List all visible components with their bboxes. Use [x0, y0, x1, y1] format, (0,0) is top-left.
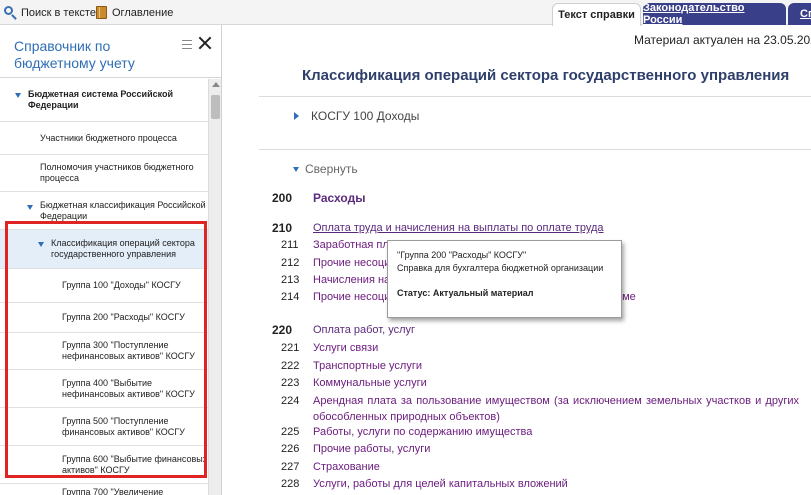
tree-item-label: Участники бюджетного процесса	[40, 132, 177, 143]
actual-date-text: Материал актуален на 23.05.202	[634, 33, 811, 47]
expanded-arrow-icon	[27, 205, 33, 210]
code-link[interactable]: Работы, услуги по содержанию имущества	[313, 424, 532, 440]
search-in-text-label: Поиск в тексте	[21, 7, 96, 19]
contents-tree: Бюджетная система Российской Федерации У…	[0, 79, 208, 495]
code-link[interactable]: Прочие несоци	[313, 289, 390, 305]
divider	[259, 149, 811, 150]
expanded-arrow-icon	[293, 166, 299, 172]
tab-reference[interactable]: Спра	[788, 3, 811, 25]
tree-item-label: Группа 100 "Доходы" КОСГУ	[62, 280, 181, 290]
section-kosgu-100[interactable]: КОСГУ 100 Доходы	[294, 109, 419, 123]
tree-item-powers[interactable]: Полномочия участников бюджетного процесс…	[0, 155, 208, 192]
sidebar-header: Справочник по бюджетному учету	[0, 25, 221, 78]
tooltip-subtitle: Справка для бухгалтера бюджетной организ…	[397, 263, 604, 273]
tree-item-label: Полномочия участников бюджетного процесс…	[40, 162, 194, 183]
code-link[interactable]: Арендная плата за пользование имуществом…	[313, 393, 799, 425]
tree-item-label: Классификация операций сектора государст…	[51, 238, 195, 259]
collapse-label: Свернуть	[305, 162, 358, 176]
tree-item-group-700[interactable]: Группа 700 "Увеличение обязательств" КОС…	[0, 484, 208, 495]
tree-item-label: Группа 300 "Поступление нефинансовых акт…	[62, 340, 195, 361]
code-link[interactable]: Транспортные услуги	[313, 358, 422, 374]
tree-item-label: Бюджетная система Российской Федерации	[28, 89, 174, 110]
search-in-text-button[interactable]: Поиск в тексте	[4, 5, 96, 21]
tree-item-budget-classification[interactable]: Бюджетная классификация Российской Федер…	[0, 192, 208, 230]
book-icon	[95, 6, 109, 20]
tree-item-participants[interactable]: Участники бюджетного процесса	[0, 122, 208, 155]
expanded-arrow-icon	[38, 242, 44, 247]
tree-item-label: Группа 500 "Поступление финансовых актив…	[62, 415, 185, 437]
code-label: Расходы	[313, 191, 366, 205]
tree-item-group-100[interactable]: Группа 100 "Доходы" КОСГУ	[0, 269, 208, 303]
code-link[interactable]: Прочие работы, услуги	[313, 441, 430, 457]
scroll-thumb[interactable]	[211, 95, 220, 119]
sidebar-scrollbar[interactable]	[208, 79, 221, 495]
hamburger-icon[interactable]	[182, 40, 192, 49]
section-label: КОСГУ 100 Доходы	[311, 109, 420, 123]
search-icon	[4, 6, 18, 20]
code-link[interactable]: Услуги, работы для целей капитальных вло…	[313, 476, 568, 492]
code-link[interactable]: Прочие несоци	[313, 255, 390, 271]
tree-item-group-600[interactable]: Группа 600 "Выбытие финансовых активов" …	[0, 446, 208, 484]
tree-item-label: Группа 600 "Выбытие финансовых активов" …	[62, 453, 208, 475]
contents-button[interactable]: Оглавление	[95, 5, 173, 21]
tooltip-status: Статус: Актуальный материал	[397, 287, 621, 300]
code-link[interactable]: Услуги связи	[313, 340, 378, 356]
link-tooltip: "Группа 200 "Расходы" КОСГУ" Справка для…	[387, 240, 622, 318]
code-number: 210	[272, 221, 293, 235]
tree-item-budget-system[interactable]: Бюджетная система Российской Федерации	[0, 79, 208, 122]
close-icon[interactable]	[198, 36, 212, 50]
tree-item-label: Бюджетная классификация Российской Федер…	[40, 199, 206, 221]
tab-russian-legislation[interactable]: Законодательство России	[643, 2, 786, 26]
page-title: Классификация операций сектора государст…	[302, 67, 790, 84]
expanded-arrow-icon	[15, 93, 21, 98]
tree-item-group-500[interactable]: Группа 500 "Поступление финансовых актив…	[0, 408, 208, 446]
code-number: 200	[272, 191, 293, 205]
code-link[interactable]: Страхование	[313, 459, 380, 475]
tree-item-label: Группа 700 "Увеличение обязательств" КОС…	[62, 487, 164, 495]
code-link[interactable]: Оплата труда и начисления на выплаты по …	[313, 220, 604, 236]
tooltip-title: "Группа 200 "Расходы" КОСГУ"	[397, 250, 527, 260]
sidebar-title: Справочник по бюджетному учету	[14, 38, 135, 71]
top-toolbar: Поиск в тексте Оглавление Текст справки …	[0, 0, 811, 26]
scroll-up-arrow-icon[interactable]	[212, 82, 220, 87]
tree-item-label: Группа 400 "Выбытие нефинансовых активов…	[62, 377, 195, 399]
tooltip-status-label: Статус:	[397, 288, 431, 298]
tab-help-text[interactable]: Текст справки	[552, 3, 641, 26]
tree-item-label: Группа 200 "Расходы" КОСГУ	[62, 312, 185, 322]
code-link[interactable]: Начисления на	[313, 272, 390, 288]
contents-label: Оглавление	[112, 7, 174, 19]
code-link[interactable]: Заработная пла	[313, 237, 395, 253]
code-link[interactable]: Оплата работ, услуг	[313, 322, 415, 338]
tooltip-status-value: Актуальный материал	[432, 288, 534, 298]
tree-item-group-400[interactable]: Группа 400 "Выбытие нефинансовых активов…	[0, 370, 208, 408]
code-link[interactable]: Коммунальные услуги	[313, 375, 427, 391]
tree-item-group-200[interactable]: Группа 200 "Расходы" КОСГУ	[0, 303, 208, 333]
collapsed-arrow-icon	[294, 112, 299, 120]
tree-item-kosgu[interactable]: Классификация операций сектора государст…	[0, 230, 208, 269]
divider	[259, 96, 811, 97]
code-number: 220	[272, 323, 293, 337]
collapse-button[interactable]: Свернуть	[293, 162, 358, 176]
tree-item-group-300[interactable]: Группа 300 "Поступление нефинансовых акт…	[0, 333, 208, 370]
sidebar: Справочник по бюджетному учету Бюджетная…	[0, 25, 222, 495]
